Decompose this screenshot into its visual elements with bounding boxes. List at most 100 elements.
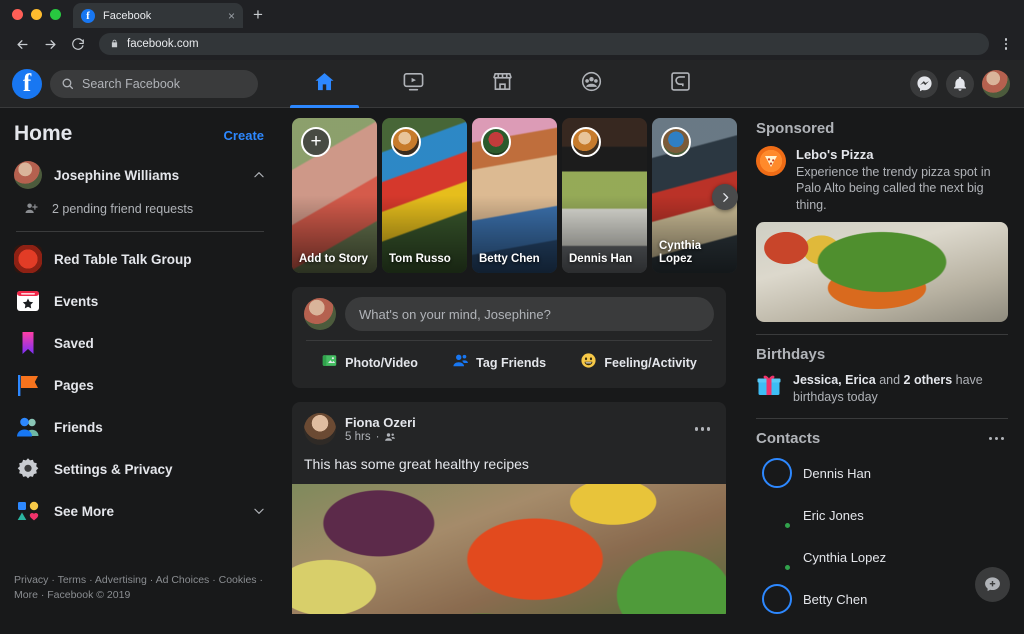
- post-image[interactable]: [292, 483, 726, 614]
- post-meta: Fiona Ozeri 5 hrs ·: [345, 415, 682, 444]
- nav-tab-gaming[interactable]: [636, 60, 725, 108]
- avatar: [762, 584, 792, 614]
- browser-url-bar: facebook.com: [0, 28, 1024, 60]
- sidebar-divider: [16, 231, 264, 232]
- close-icon[interactable]: ×: [228, 10, 235, 22]
- forward-icon[interactable]: [36, 30, 64, 58]
- contact-eric-jones[interactable]: Eric Jones: [756, 494, 1008, 536]
- sidebar-item-events[interactable]: Events: [0, 280, 280, 322]
- bell-icon[interactable]: [946, 69, 974, 98]
- store-icon: [491, 70, 514, 98]
- story-tom-russo[interactable]: Tom Russo: [382, 118, 467, 273]
- nav-tab-watch[interactable]: [369, 60, 458, 108]
- nav-tab-home[interactable]: [280, 60, 369, 108]
- composer-action-label: Feeling/Activity: [604, 356, 697, 370]
- contact-name: Dennis Han: [803, 465, 871, 481]
- avatar[interactable]: [982, 69, 1010, 98]
- contact-betty-chen[interactable]: Betty Chen: [756, 578, 1008, 614]
- post-timestamp-row: 5 hrs ·: [345, 431, 682, 443]
- new-message-icon[interactable]: [975, 567, 1010, 602]
- search-placeholder: Search Facebook: [82, 76, 180, 91]
- back-icon[interactable]: [8, 30, 36, 58]
- story-label: Betty Chen: [479, 253, 540, 266]
- birthday-connector: and: [875, 373, 904, 388]
- sidebar-item-label: Red Table Talk Group: [54, 251, 192, 267]
- minimize-window-button[interactable]: [31, 8, 42, 20]
- browser-tab[interactable]: f Facebook ×: [73, 3, 243, 28]
- composer-actions: Photo/Video Tag Friends Feeling/Activity: [304, 341, 714, 384]
- groups-icon: [580, 70, 603, 98]
- maximize-window-button[interactable]: [50, 8, 61, 20]
- sidebar-item-red-table-talk-group[interactable]: Red Table Talk Group: [0, 238, 280, 280]
- photo-video-button[interactable]: Photo/Video: [313, 348, 426, 378]
- messenger-icon[interactable]: [910, 69, 938, 98]
- photo-video-icon: [321, 352, 338, 374]
- friends-audience-icon: [384, 431, 396, 443]
- tag-friends-icon: [452, 352, 469, 374]
- window-traffic-lights: [8, 0, 69, 28]
- ad-text: Lebo's Pizza Experience the trendy pizza…: [796, 146, 1008, 213]
- sidebar-item-pages[interactable]: Pages: [0, 364, 280, 406]
- birthday-others[interactable]: 2 others: [904, 373, 953, 387]
- tag-friends-button[interactable]: Tag Friends: [444, 348, 554, 378]
- lock-icon: [110, 38, 119, 51]
- ad-title[interactable]: Lebo's Pizza: [796, 146, 1008, 164]
- online-status-dot: [783, 563, 792, 573]
- sidebar-footer-links[interactable]: Privacy · Terms · Advertising · Ad Choic…: [14, 573, 270, 605]
- pending-requests-label: 2 pending friend requests: [52, 201, 194, 216]
- new-tab-button[interactable]: +: [253, 5, 263, 25]
- create-button[interactable]: Create: [224, 128, 264, 143]
- sidebar-item-saved[interactable]: Saved: [0, 322, 280, 364]
- post-author[interactable]: Fiona Ozeri: [345, 415, 682, 432]
- sidebar-item-profile[interactable]: Josephine Williams: [0, 154, 280, 196]
- story-dennis-han[interactable]: Dennis Han: [562, 118, 647, 273]
- profile-name: Josephine Williams: [54, 167, 180, 183]
- sidebar-item-see-more[interactable]: See More: [0, 490, 280, 532]
- right-sidebar: Sponsored Lebo's Pizza Experience the tr…: [740, 108, 1024, 614]
- nav-tab-groups[interactable]: [547, 60, 636, 108]
- contact-dennis-han[interactable]: Dennis Han: [756, 452, 1008, 494]
- story-add-to-story[interactable]: + Add to Story: [292, 118, 377, 273]
- story-author-avatar: [391, 127, 421, 157]
- sidebar-item-label: Friends: [54, 419, 103, 435]
- birthdays-entry[interactable]: Jessica, Erica and 2 others have birthda…: [756, 372, 1008, 406]
- contacts-menu-icon[interactable]: [985, 433, 1009, 445]
- birthday-names[interactable]: Jessica, Erica: [793, 373, 876, 387]
- avatar[interactable]: [304, 413, 336, 445]
- close-window-button[interactable]: [12, 8, 23, 20]
- ad-image[interactable]: [756, 222, 1008, 323]
- page-body: Home Create Josephine Williams 2 pending…: [0, 108, 1024, 614]
- kebab-menu-icon[interactable]: [996, 38, 1016, 50]
- composer-top-row: What's on your mind, Josephine?: [304, 297, 714, 331]
- story-author-avatar: [661, 127, 691, 157]
- facebook-logo-icon[interactable]: f: [12, 68, 42, 99]
- pages-icon: [14, 371, 42, 399]
- birthdays-text: Jessica, Erica and 2 others have birthda…: [793, 372, 1008, 406]
- reload-icon[interactable]: [64, 30, 92, 58]
- feeling-activity-button[interactable]: Feeling/Activity: [572, 348, 704, 378]
- post-separator: ·: [375, 431, 380, 444]
- contact-cynthia-lopez[interactable]: Cynthia Lopez: [756, 536, 1008, 578]
- avatar: [762, 542, 792, 573]
- see-more-icon: [14, 497, 42, 525]
- nav-tab-marketplace[interactable]: [458, 60, 547, 108]
- post-menu-icon[interactable]: [691, 423, 715, 435]
- sidebar-item-settings-privacy[interactable]: Settings & Privacy: [0, 448, 280, 490]
- composer-input[interactable]: What's on your mind, Josephine?: [345, 297, 714, 331]
- sidebar-header: Home Create: [0, 108, 280, 154]
- sponsored-ad[interactable]: Lebo's Pizza Experience the trendy pizza…: [756, 146, 1008, 213]
- sidebar-item-pending-requests[interactable]: 2 pending friend requests: [0, 196, 280, 221]
- avatar[interactable]: [304, 298, 336, 330]
- story-betty-chen[interactable]: Betty Chen: [472, 118, 557, 273]
- add-story-plus-icon[interactable]: +: [301, 127, 331, 157]
- video-icon: [402, 70, 425, 98]
- search-input[interactable]: Search Facebook: [50, 69, 258, 98]
- search-icon: [61, 77, 74, 90]
- address-bar[interactable]: facebook.com: [99, 33, 989, 55]
- composer-placeholder: What's on your mind, Josephine?: [359, 306, 551, 322]
- stories-tray: + Add to Story Tom Russo Betty Chen Denn…: [292, 118, 738, 273]
- sidebar-item-friends[interactable]: Friends: [0, 406, 280, 448]
- chevron-up-icon[interactable]: [252, 168, 266, 182]
- chevron-down-icon[interactable]: [252, 504, 266, 518]
- stories-next-button[interactable]: [712, 184, 738, 210]
